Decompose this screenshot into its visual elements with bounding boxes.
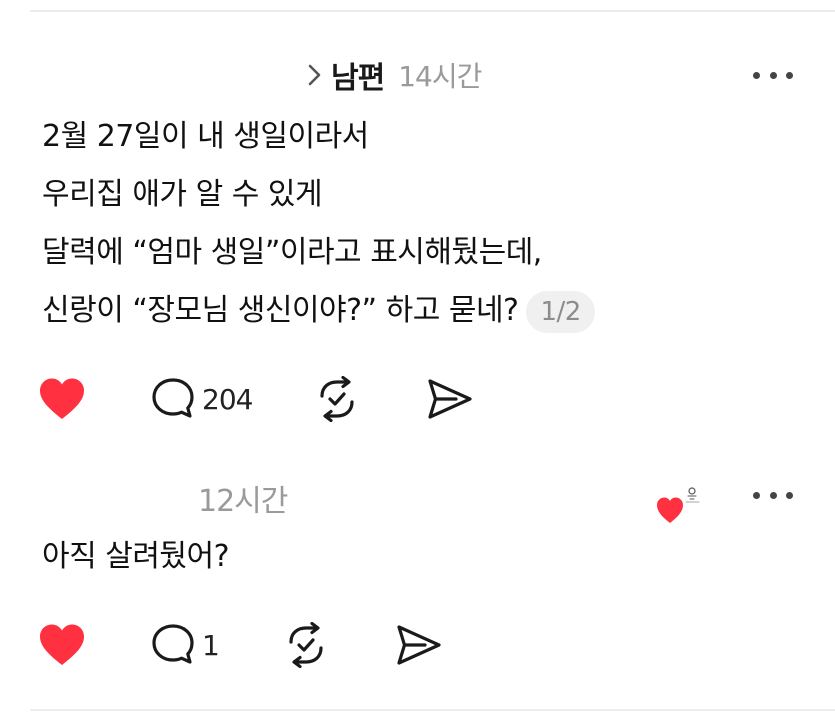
like-button[interactable] xyxy=(38,377,88,421)
heart-filled-icon xyxy=(40,624,84,665)
reply-more-icon[interactable] xyxy=(753,489,793,501)
comment-bubble-icon xyxy=(152,624,194,664)
bottom-divider xyxy=(30,709,835,711)
reply-count: 1 xyxy=(202,628,220,662)
repost-button[interactable] xyxy=(281,622,331,668)
post-line-last: 신랑이 “장모님 생신이야?” 하고 묻네? 1/2 xyxy=(42,282,595,340)
post-line: 2월 27일이 내 생일이라서 xyxy=(42,119,369,154)
post-timestamp: 14시간 xyxy=(398,60,482,93)
repost-button[interactable] xyxy=(312,376,362,422)
reply-text: 아직 살려뒀어? xyxy=(42,539,230,574)
post-line: 달력에 “엄마 생일”이라고 표시해뒀는데, xyxy=(42,235,542,270)
post-line: 신랑이 “장모님 생신이야?” 하고 묻네? xyxy=(42,293,519,328)
share-button[interactable] xyxy=(395,623,443,667)
comment-button[interactable]: 1 xyxy=(150,623,220,667)
repost-icon xyxy=(320,376,355,422)
post-actions: 204 xyxy=(38,374,474,424)
heart-filled-icon xyxy=(40,378,84,419)
like-button[interactable] xyxy=(38,623,88,667)
post-header: 남편 14시간 xyxy=(305,53,482,97)
send-icon xyxy=(397,625,441,665)
comment-button[interactable]: 204 xyxy=(150,377,253,421)
top-divider xyxy=(30,10,835,12)
avatar-sticker-icon xyxy=(657,487,700,523)
reply-body: 아직 살려뒀어? xyxy=(42,528,230,586)
post-username[interactable]: 남편 xyxy=(331,53,385,97)
send-icon xyxy=(428,379,473,419)
reply-timestamp: 12시간 xyxy=(198,484,288,519)
share-button[interactable] xyxy=(426,377,474,421)
repost-icon xyxy=(289,622,323,668)
chevron-right-icon[interactable] xyxy=(305,60,325,90)
post-body: 2월 27일이 내 생일이라서 우리집 애가 알 수 있게 달력에 “엄마 생일… xyxy=(42,108,595,340)
post-line: 우리집 애가 알 수 있게 xyxy=(42,177,323,212)
reply-count: 204 xyxy=(202,382,253,416)
page-indicator-badge: 1/2 xyxy=(526,290,595,333)
comment-bubble-icon xyxy=(152,378,194,418)
post-more-icon[interactable] xyxy=(753,69,793,81)
reply-actions: 1 xyxy=(38,620,443,670)
reply-avatar[interactable] xyxy=(655,483,705,525)
